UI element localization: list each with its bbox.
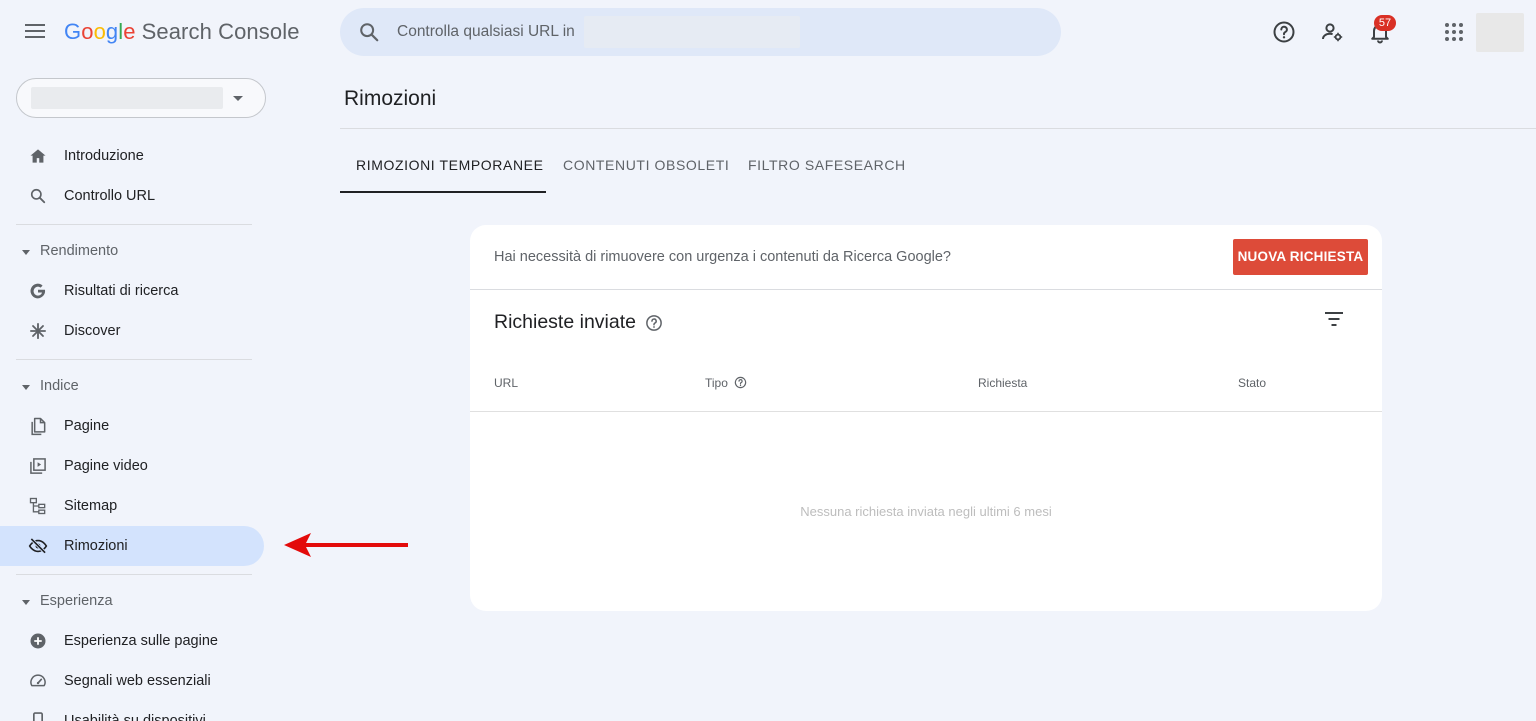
empty-state-message: Nessuna richiesta inviata negli ultimi 6… (800, 504, 1052, 519)
redacted-property-label (31, 87, 223, 109)
apps-grid-icon[interactable] (1442, 20, 1466, 44)
account-avatar[interactable] (1476, 13, 1524, 52)
sidebar-item-introduzione[interactable]: Introduzione (0, 136, 264, 176)
sidebar-item-label: Segnali web essenziali (64, 673, 211, 689)
sidebar-item-controllo-url[interactable]: Controllo URL (0, 176, 264, 216)
search-icon (360, 23, 379, 42)
sidebar-item-label: Rimozioni (64, 538, 128, 554)
column-header-richiesta[interactable]: Richiesta (978, 376, 1027, 390)
gauge-icon (30, 674, 46, 687)
video-pages-icon (30, 458, 46, 474)
sidebar-section-rendimento[interactable]: Rendimento (0, 231, 252, 271)
main-menu-button[interactable] (22, 20, 48, 44)
collapse-triangle-icon (22, 385, 30, 390)
sidebar-section-label: Rendimento (40, 243, 119, 259)
filter-icon[interactable] (1324, 309, 1344, 329)
sidebar-section-label: Indice (40, 378, 79, 394)
asterisk-icon (30, 323, 46, 339)
help-circle-icon[interactable] (645, 314, 663, 332)
sidebar-item-label: Usabilità su dispositivi (64, 713, 206, 721)
card-divider (470, 289, 1382, 290)
sidebar-item-label: Pagine (64, 418, 110, 434)
property-selector[interactable] (16, 78, 266, 118)
sidebar-item-sitemap[interactable]: Sitemap (0, 486, 264, 526)
user-settings-icon[interactable] (1320, 20, 1344, 44)
removals-card: Hai necessità di rimuovere con urgenza i… (470, 225, 1382, 611)
plus-circle-icon (30, 633, 46, 649)
sidebar-item-label: Controllo URL (64, 188, 156, 204)
sidebar-item-risultati-di-ricerca[interactable]: Risultati di ricerca (0, 271, 264, 311)
collapse-triangle-icon (22, 600, 30, 605)
pages-icon (31, 417, 46, 436)
help-icon[interactable] (1272, 20, 1296, 44)
header-divider (340, 128, 1536, 129)
sidebar-item-label: Introduzione (64, 148, 144, 164)
notification-count-badge: 57 (1374, 15, 1396, 31)
column-header-stato[interactable]: Stato (1238, 376, 1266, 390)
redacted-property-name (584, 16, 800, 48)
mobile-icon (33, 712, 43, 721)
google-g-icon (30, 283, 46, 299)
sidebar-section-label: Esperienza (40, 593, 113, 609)
collapse-triangle-icon (22, 250, 30, 255)
help-circle-icon[interactable] (734, 376, 747, 389)
sidebar-item-segnali-web-essenziali[interactable]: Segnali web essenziali (0, 661, 264, 701)
sidebar-item-rimozioni[interactable]: Rimozioni (0, 526, 264, 566)
sidebar-item-usabilita-dispositivi[interactable]: Usabilità su dispositivi (0, 701, 264, 721)
sidebar-item-discover[interactable]: Discover (0, 311, 264, 351)
column-header-label: Tipo (705, 376, 728, 390)
sidebar-divider (16, 224, 252, 225)
table-header-divider (470, 411, 1382, 412)
tab-contenuti-obsoleti[interactable]: CONTENUTI OBSOLETI (547, 146, 732, 193)
submitted-requests-heading: Richieste inviate (494, 311, 663, 334)
sidebar-item-pagine[interactable]: Pagine (0, 406, 264, 446)
url-inspection-search[interactable]: Controlla qualsiasi URL in (340, 8, 1061, 56)
column-header-tipo[interactable]: Tipo (705, 376, 747, 390)
sidebar-item-label: Pagine video (64, 458, 148, 474)
urgent-removal-prompt: Hai necessità di rimuovere con urgenza i… (494, 249, 951, 265)
page-title: Rimozioni (344, 87, 437, 110)
tab-rimozioni-temporanee[interactable]: RIMOZIONI TEMPORANEE (340, 146, 546, 193)
annotation-arrow (284, 533, 408, 557)
sidebar-item-pagine-video[interactable]: Pagine video (0, 446, 264, 486)
search-icon (30, 188, 46, 204)
sidebar-divider (16, 359, 252, 360)
sidebar-item-label: Risultati di ricerca (64, 283, 179, 299)
search-placeholder: Controlla qualsiasi URL in (397, 23, 575, 40)
column-header-url[interactable]: URL (494, 376, 518, 390)
sidebar-item-esperienza-sulle-pagine[interactable]: Esperienza sulle pagine (0, 621, 264, 661)
sidebar-section-esperienza[interactable]: Esperienza (0, 581, 252, 621)
new-request-button[interactable]: NUOVA RICHIESTA (1233, 239, 1368, 275)
sidebar-section-indice[interactable]: Indice (0, 366, 252, 406)
sidebar-divider (16, 574, 252, 575)
product-name: Search Console (141, 19, 300, 44)
home-icon (30, 149, 46, 163)
chevron-down-icon (233, 96, 243, 101)
section-title-text: Richieste inviate (494, 311, 636, 333)
sitemap-icon (29, 497, 46, 515)
eye-off-icon (28, 537, 48, 554)
google-wordmark: Google (64, 19, 136, 44)
sidebar-item-label: Esperienza sulle pagine (64, 633, 218, 649)
sidebar-item-label: Discover (64, 323, 121, 339)
sidebar-item-label: Sitemap (64, 498, 118, 514)
top-app-bar: Google Search Console Controlla qualsiasi… (0, 0, 1536, 64)
app-logo[interactable]: Google Search Console (64, 19, 300, 45)
tab-filtro-safesearch[interactable]: FILTRO SAFESEARCH (732, 146, 908, 193)
